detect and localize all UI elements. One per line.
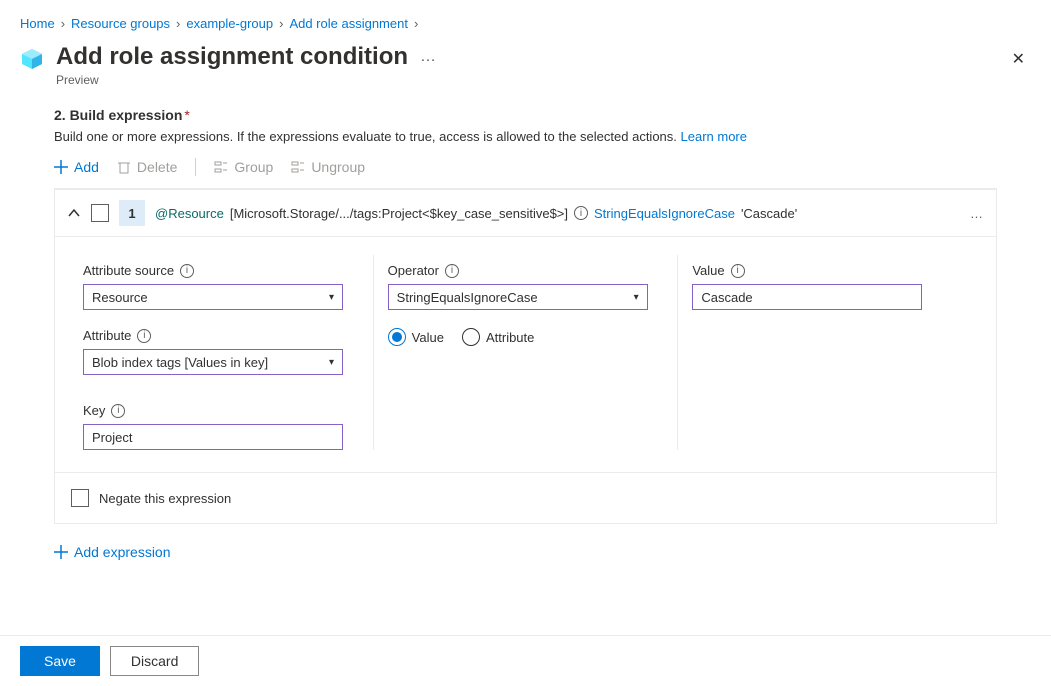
add-expression-button[interactable]: Add expression (54, 534, 997, 570)
operator-label: Operator (388, 263, 439, 278)
learn-more-link[interactable]: Learn more (681, 129, 747, 144)
chevron-right-icon: › (279, 16, 283, 31)
info-icon[interactable]: i (111, 404, 125, 418)
info-icon[interactable]: i (574, 206, 588, 220)
preview-badge: Preview (56, 73, 994, 87)
delete-button[interactable]: Delete (117, 159, 177, 175)
chevron-down-icon: ▾ (634, 292, 639, 303)
operator-column: Operator i StringEqualsIgnoreCase ▾ Valu… (373, 255, 678, 450)
negate-checkbox[interactable] (71, 489, 89, 507)
trash-icon (117, 160, 131, 174)
value-label: Value (692, 263, 724, 278)
info-icon[interactable]: i (180, 264, 194, 278)
add-button[interactable]: Add (54, 159, 99, 175)
ungroup-button[interactable]: Ungroup (291, 159, 365, 175)
operator-select[interactable]: StringEqualsIgnoreCase ▾ (388, 284, 648, 310)
section-description: Build one or more expressions. If the ex… (54, 129, 997, 158)
radio-value[interactable]: Value (388, 328, 444, 346)
attribute-label: Attribute (83, 328, 131, 343)
key-label: Key (83, 403, 105, 418)
chevron-right-icon: › (61, 16, 65, 31)
expression-number: 1 (119, 200, 145, 226)
discard-button[interactable]: Discard (110, 646, 199, 676)
expr-operator: StringEqualsIgnoreCase (594, 206, 735, 221)
chevron-right-icon: › (414, 16, 418, 31)
footer: Save Discard (0, 635, 1051, 686)
row-more-icon[interactable]: … (970, 206, 984, 221)
radio-attribute[interactable]: Attribute (462, 328, 534, 346)
crumb-add-role-assignment[interactable]: Add role assignment (289, 16, 408, 31)
expr-resource: @Resource (155, 206, 224, 221)
more-icon[interactable]: … (420, 48, 437, 66)
chevron-right-icon: › (176, 16, 180, 31)
breadcrumb: Home › Resource groups › example-group ›… (0, 0, 1051, 39)
negate-label: Negate this expression (99, 491, 231, 506)
attribute-source-label: Attribute source (83, 263, 174, 278)
info-icon[interactable]: i (137, 329, 151, 343)
value-column: Value i (677, 255, 982, 450)
plus-icon (54, 160, 68, 174)
close-icon[interactable]: ✕ (1006, 43, 1031, 75)
crumb-home[interactable]: Home (20, 16, 55, 31)
plus-icon (54, 545, 68, 559)
expression-header: 1 @Resource [Microsoft.Storage/.../tags:P… (55, 189, 996, 236)
expression-toolbar: Add Delete Group Ungroup (54, 158, 997, 188)
separator (195, 158, 196, 176)
attribute-select[interactable]: Blob index tags [Values in key] ▾ (83, 349, 343, 375)
section-heading: 2. Build expression* (54, 97, 997, 129)
crumb-resource-groups[interactable]: Resource groups (71, 16, 170, 31)
cube-icon (20, 47, 44, 71)
expression-card: 1 @Resource [Microsoft.Storage/.../tags:P… (54, 188, 997, 524)
key-input[interactable] (83, 424, 343, 450)
crumb-example-group[interactable]: example-group (186, 16, 273, 31)
chevron-down-icon: ▾ (329, 357, 334, 368)
page-title: Add role assignment condition (56, 43, 408, 71)
ungroup-icon (291, 160, 305, 174)
group-button[interactable]: Group (214, 159, 273, 175)
attribute-source-select[interactable]: Resource ▾ (83, 284, 343, 310)
expr-value: 'Cascade' (741, 206, 797, 221)
collapse-icon[interactable] (67, 206, 81, 220)
expression-checkbox[interactable] (91, 204, 109, 222)
expr-bracket: [Microsoft.Storage/.../tags:Project<$key… (230, 206, 568, 221)
save-button[interactable]: Save (20, 646, 100, 676)
value-input[interactable] (692, 284, 922, 310)
chevron-down-icon: ▾ (329, 292, 334, 303)
info-icon[interactable]: i (445, 264, 459, 278)
group-icon (214, 160, 228, 174)
info-icon[interactable]: i (731, 264, 745, 278)
attribute-column: Attribute source i Resource ▾ Attribute … (69, 255, 373, 450)
